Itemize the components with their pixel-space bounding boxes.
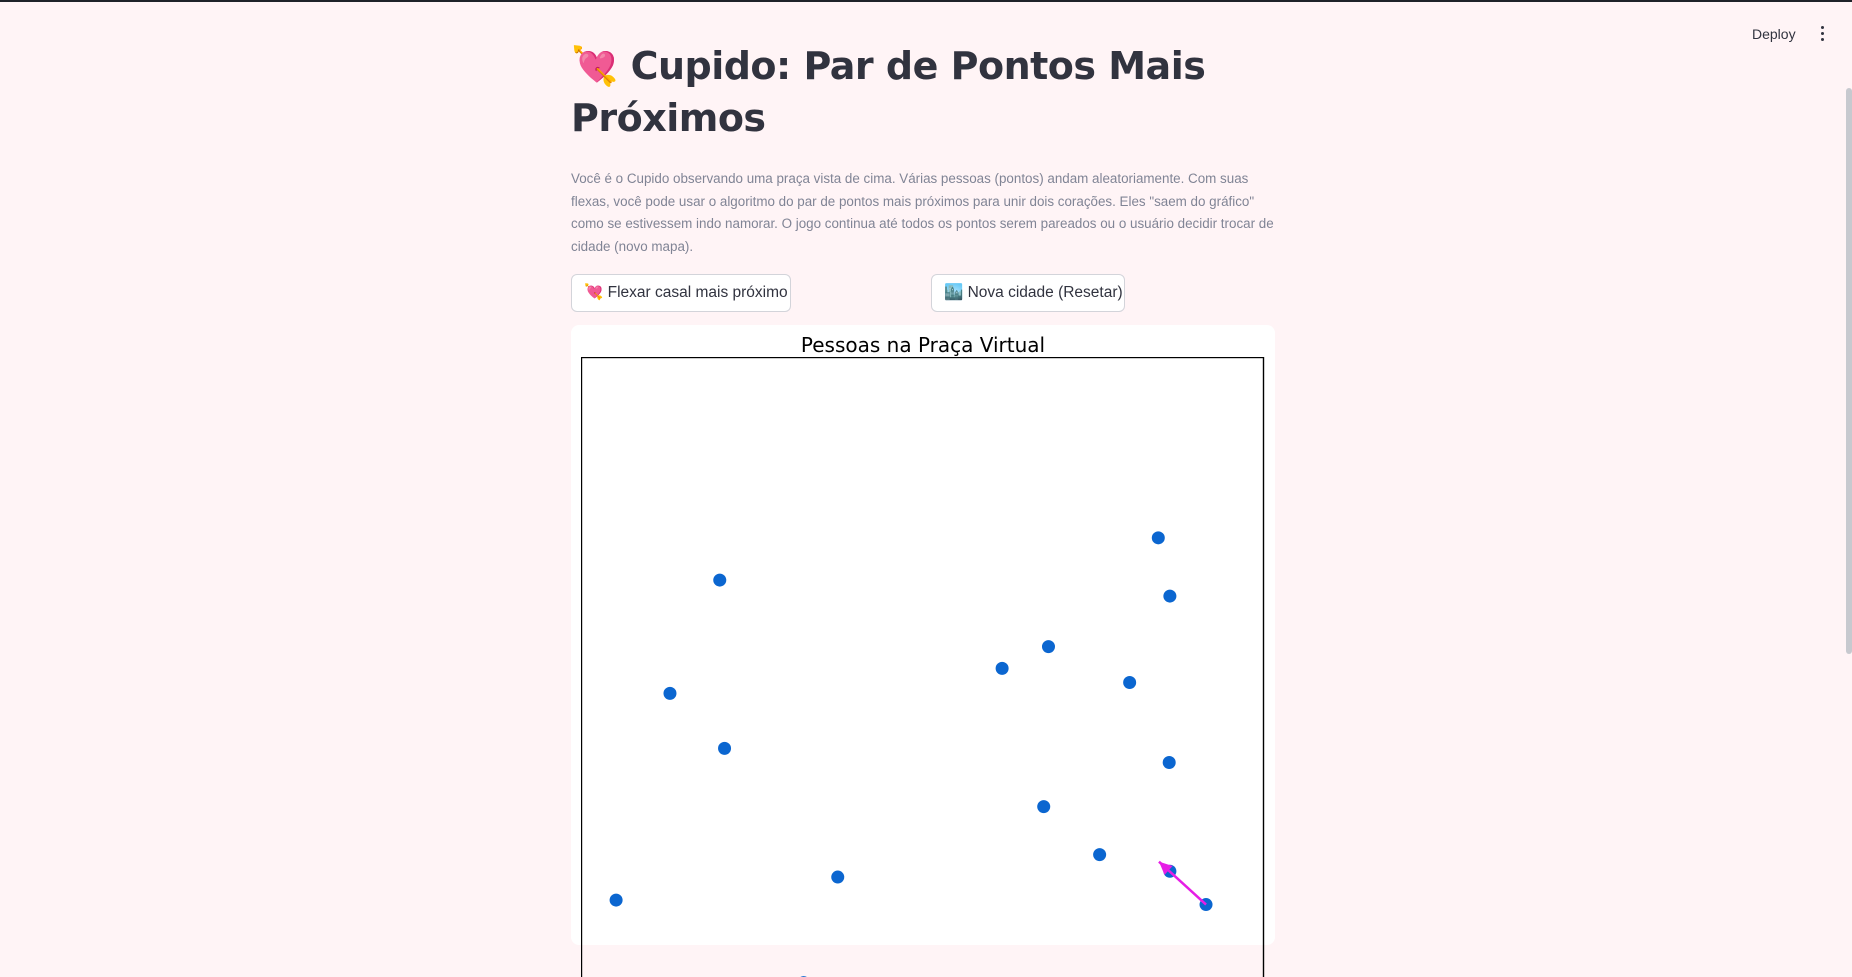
plot-frame xyxy=(582,358,1264,977)
person-point-2 xyxy=(663,687,676,700)
person-point-7 xyxy=(831,871,844,884)
page-title-text: Cupido: Par de Pontos Mais Próximos xyxy=(571,44,1205,140)
new-city-reset-button[interactable]: 🏙️ Nova cidade (Resetar) xyxy=(931,274,1125,312)
person-point-1 xyxy=(713,574,726,587)
chart-title: Pessoas na Praça Virtual xyxy=(571,333,1275,357)
main-content: 💘 Cupido: Par de Pontos Mais Próximos Vo… xyxy=(571,40,1275,314)
description-text: Você é o Cupido observando uma praça vis… xyxy=(571,168,1275,258)
person-point-13 xyxy=(1163,756,1176,769)
scatter-plot xyxy=(581,357,1265,977)
action-buttons: 💘 Flexar casal mais próximo 🏙️ Nova cida… xyxy=(571,274,1275,314)
scrollbar[interactable] xyxy=(1846,88,1852,654)
person-point-15 xyxy=(1093,848,1106,861)
flex-closest-pair-button[interactable]: 💘 Flexar casal mais próximo xyxy=(571,274,791,312)
person-point-12 xyxy=(1123,676,1136,689)
page-title: 💘 Cupido: Par de Pontos Mais Próximos xyxy=(571,40,1275,144)
chart-card: Pessoas na Praça Virtual xyxy=(571,325,1275,945)
cupid-heart-icon: 💘 xyxy=(571,44,618,88)
kebab-menu-icon[interactable] xyxy=(1818,26,1826,44)
person-point-10 xyxy=(1152,531,1165,544)
person-point-9 xyxy=(1042,640,1055,653)
person-point-8 xyxy=(996,662,1009,675)
person-point-11 xyxy=(1163,590,1176,603)
deploy-button[interactable]: Deploy xyxy=(1746,24,1802,44)
person-point-4 xyxy=(610,894,623,907)
person-point-3 xyxy=(718,742,731,755)
person-point-14 xyxy=(1037,800,1050,813)
